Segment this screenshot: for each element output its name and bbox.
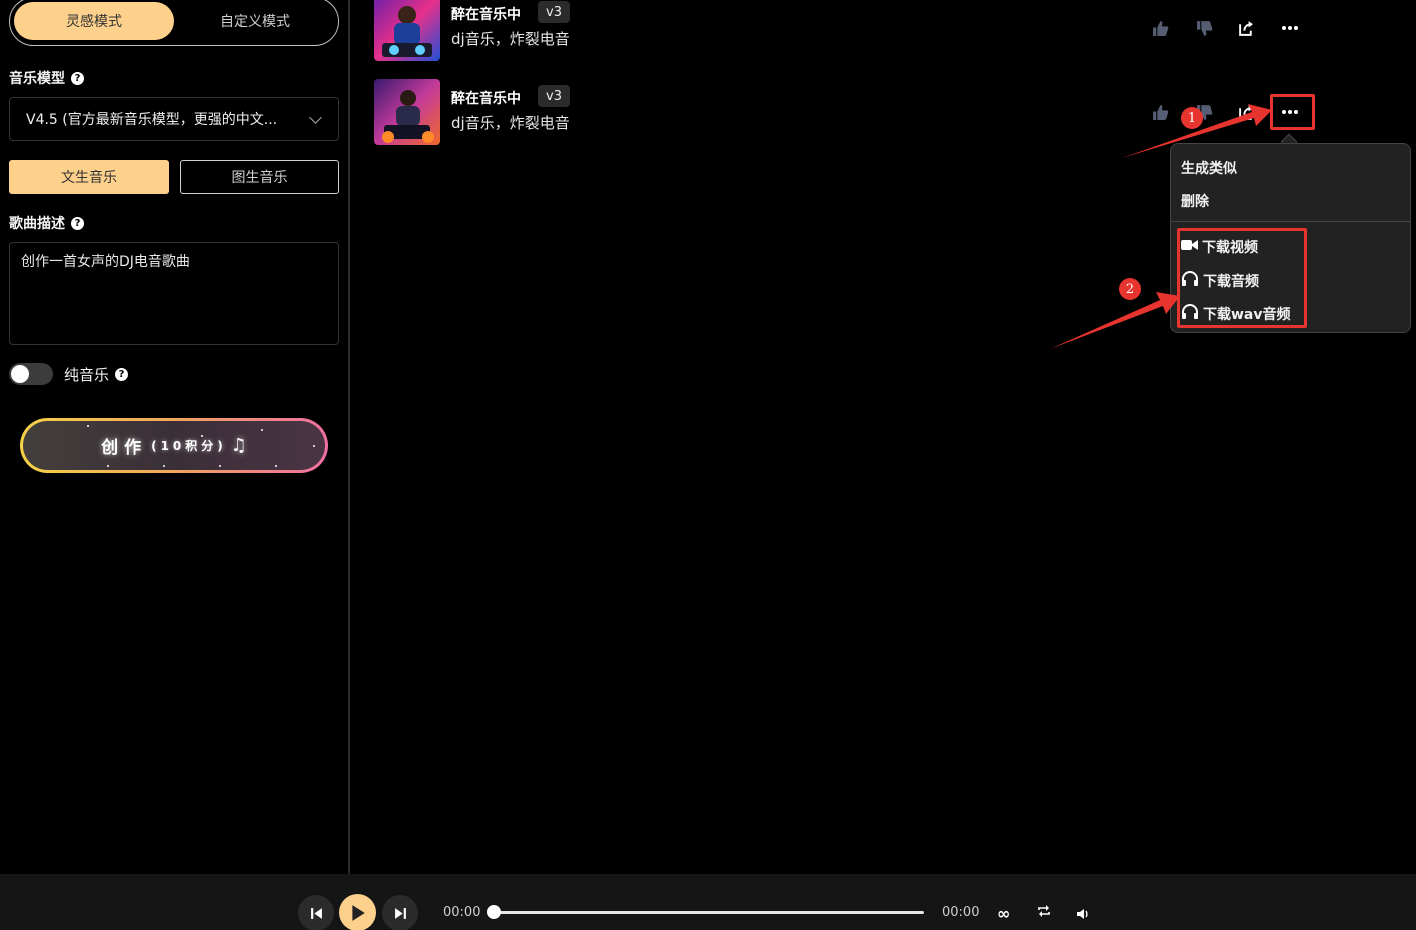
image-to-music-tab[interactable]: 图生音乐 xyxy=(180,160,339,194)
loop-icon[interactable]: ∞ xyxy=(997,904,1010,923)
song-cover[interactable] xyxy=(374,0,440,61)
thumbs-down-icon[interactable] xyxy=(1193,17,1215,39)
chevron-down-icon xyxy=(309,111,322,124)
song-description-label-text: 歌曲描述 xyxy=(9,216,65,232)
instrumental-label: 纯音乐 ? xyxy=(64,364,129,385)
menu-divider xyxy=(1171,221,1410,222)
music-model-label: 音乐模型 ? xyxy=(9,68,84,88)
total-time: 00:00 xyxy=(942,905,980,920)
share-icon[interactable] xyxy=(1235,101,1257,123)
song-tags: dj音乐，炸裂电音 xyxy=(451,114,570,132)
thumbs-up-icon[interactable] xyxy=(1149,17,1171,39)
step-badge-1: 1 xyxy=(1181,107,1203,129)
thumbs-up-icon[interactable] xyxy=(1149,101,1171,123)
highlight-more-button xyxy=(1270,94,1315,130)
version-badge: v3 xyxy=(538,1,570,23)
help-icon[interactable]: ? xyxy=(71,71,84,85)
highlight-download-options xyxy=(1177,228,1307,328)
previous-track-button[interactable] xyxy=(298,895,334,930)
step-badge-2: 2 xyxy=(1119,278,1141,300)
create-button-cost: (10积分) xyxy=(151,439,227,453)
create-button-inner: 创作 (10积分) ♫ xyxy=(23,421,325,470)
song-title[interactable]: 醉在音乐中 xyxy=(451,88,521,108)
music-model-label-text: 音乐模型 xyxy=(9,71,65,87)
song-title[interactable]: 醉在音乐中 xyxy=(451,4,521,24)
menu-item-label: 删除 xyxy=(1181,194,1209,210)
menu-item-delete[interactable]: 删除 xyxy=(1181,191,1209,211)
audio-player: 00:00 00:00 ∞ xyxy=(0,874,1416,930)
volume-icon[interactable] xyxy=(1076,905,1090,924)
version-badge: v3 xyxy=(538,85,570,107)
inspiration-mode-tab[interactable]: 灵感模式 xyxy=(14,2,174,40)
help-icon[interactable]: ? xyxy=(115,368,129,381)
share-icon[interactable] xyxy=(1235,17,1257,39)
menu-item-generate-similar[interactable]: 生成类似 xyxy=(1181,158,1237,178)
repeat-icon[interactable] xyxy=(1037,903,1051,922)
current-time: 00:00 xyxy=(443,905,481,920)
music-model-select[interactable]: V4.5 (官方最新音乐模型，更强的中文... xyxy=(9,97,339,141)
song-cover[interactable] xyxy=(374,79,440,145)
menu-item-label: 生成类似 xyxy=(1181,161,1237,177)
song-row[interactable]: 醉在音乐中 v3 dj音乐，炸裂电音 xyxy=(374,0,1374,61)
more-icon[interactable] xyxy=(1279,17,1301,39)
song-description-input[interactable]: 创作一首女声的DJ电音歌曲 xyxy=(9,242,339,345)
arrow-to-download-options xyxy=(1050,292,1180,349)
help-icon[interactable]: ? xyxy=(71,216,84,230)
create-button-label: 创作 xyxy=(101,438,148,458)
instrumental-toggle[interactable] xyxy=(9,363,53,385)
song-description-label: 歌曲描述 ? xyxy=(9,213,84,233)
left-panel: 灵感模式 自定义模式 音乐模型 ? V4.5 (官方最新音乐模型，更强的中文..… xyxy=(0,0,350,874)
toggle-knob xyxy=(11,365,29,383)
mode-switch: 灵感模式 自定义模式 xyxy=(9,0,339,46)
song-row[interactable]: 醉在音乐中 v3 dj音乐，炸裂电音 xyxy=(374,79,1374,145)
instrumental-label-text: 纯音乐 xyxy=(64,366,110,384)
music-note-icon: ♫ xyxy=(230,435,247,456)
progress-thumb[interactable] xyxy=(487,905,501,919)
custom-mode-tab[interactable]: 自定义模式 xyxy=(175,2,335,40)
play-button[interactable] xyxy=(339,894,376,930)
next-track-button[interactable] xyxy=(382,895,418,930)
progress-slider[interactable] xyxy=(487,905,924,919)
music-model-value: V4.5 (官方最新音乐模型，更强的中文... xyxy=(26,112,278,128)
create-button[interactable]: 创作 (10积分) ♫ xyxy=(20,418,328,473)
text-to-music-tab[interactable]: 文生音乐 xyxy=(9,160,169,194)
song-tags: dj音乐，炸裂电音 xyxy=(451,30,570,48)
